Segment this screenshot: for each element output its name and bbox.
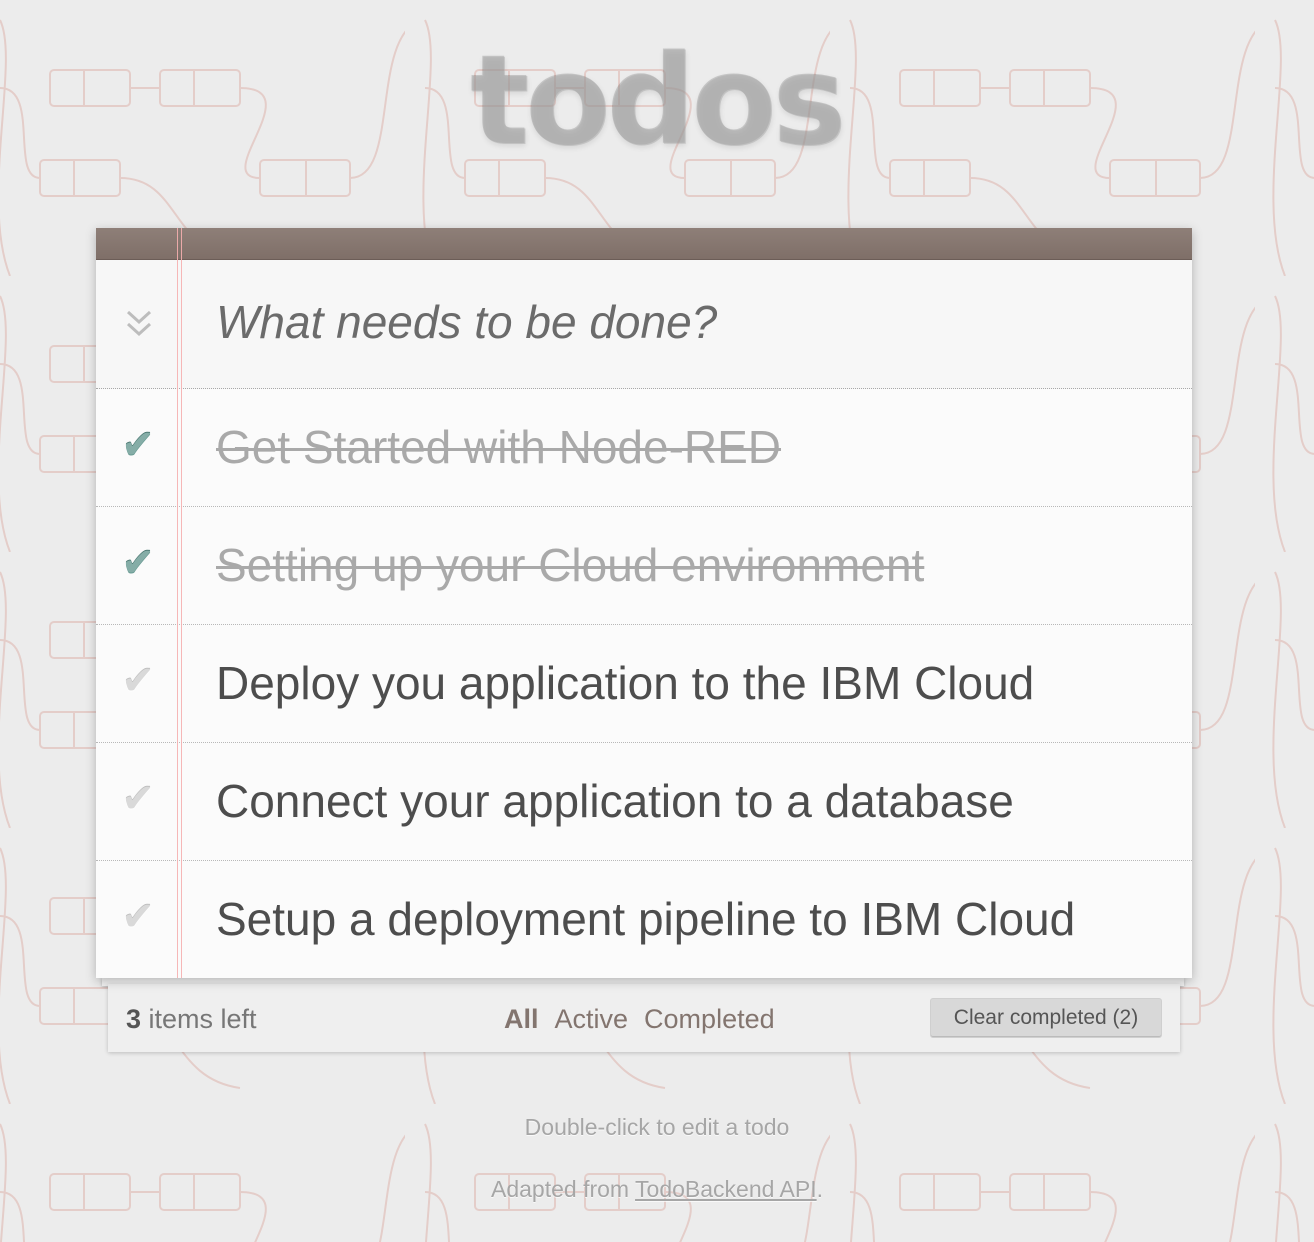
margin-line [181, 228, 182, 978]
todo-label[interactable]: Deploy you application to the IBM Cloud [216, 657, 1034, 709]
checkmark-icon[interactable]: ✔ [116, 895, 160, 939]
checkmark-icon[interactable]: ✔ [116, 541, 160, 585]
filters: All Active Completed [504, 1004, 775, 1035]
todo-app: ✔ Get Started with Node-RED ✔ Setting up… [96, 228, 1192, 978]
new-todo-input[interactable] [216, 290, 1156, 354]
todo-item: ✔ Deploy you application to the IBM Clou… [96, 625, 1192, 743]
todo-item: ✔ Setting up your Cloud environment [96, 507, 1192, 625]
todo-count-label: items left [141, 1004, 257, 1034]
filter-all[interactable]: All [504, 1004, 539, 1034]
todo-item: ✔ Get Started with Node-RED [96, 389, 1192, 507]
todo-count-number: 3 [126, 1004, 142, 1034]
filter-active[interactable]: Active [555, 1004, 629, 1034]
filter-active-item: Active [555, 1004, 629, 1035]
todo-label[interactable]: Connect your application to a database [216, 775, 1014, 827]
margin-line [177, 228, 178, 978]
todo-label[interactable]: Setting up your Cloud environment [216, 539, 924, 591]
attribution-suffix: . [816, 1176, 824, 1202]
checkmark-icon[interactable]: ✔ [116, 423, 160, 467]
todo-item: ✔ Setup a deployment pipeline to IBM Clo… [96, 861, 1192, 978]
edit-hint: Double-click to edit a todo [524, 1114, 790, 1140]
todo-label[interactable]: Setup a deployment pipeline to IBM Cloud [216, 893, 1075, 945]
new-todo-row [96, 260, 1192, 389]
todobackend-link[interactable]: TodoBackend API [635, 1176, 817, 1202]
attribution-prefix: Adapted from [490, 1176, 636, 1202]
checkmark-icon[interactable]: ✔ [116, 777, 160, 821]
app-title: todos [470, 30, 847, 174]
filter-completed-item: Completed [644, 1004, 775, 1035]
clear-completed-button[interactable]: Clear completed (2) [930, 998, 1162, 1038]
header-bar [96, 228, 1192, 260]
attribution: Adapted from TodoBackend API. [0, 1176, 1314, 1203]
todo-footer: 3 items left All Active Completed Clear … [108, 984, 1180, 1052]
checkmark-icon[interactable]: ✔ [116, 659, 160, 703]
toggle-all-icon[interactable] [124, 306, 154, 342]
todo-label[interactable]: Get Started with Node-RED [216, 421, 781, 473]
todo-item: ✔ Connect your application to a database [96, 743, 1192, 861]
filter-all-item: All [504, 1004, 539, 1035]
todo-list: ✔ Get Started with Node-RED ✔ Setting up… [96, 389, 1192, 978]
todo-count: 3 items left [126, 1004, 257, 1035]
filter-completed[interactable]: Completed [644, 1004, 775, 1034]
